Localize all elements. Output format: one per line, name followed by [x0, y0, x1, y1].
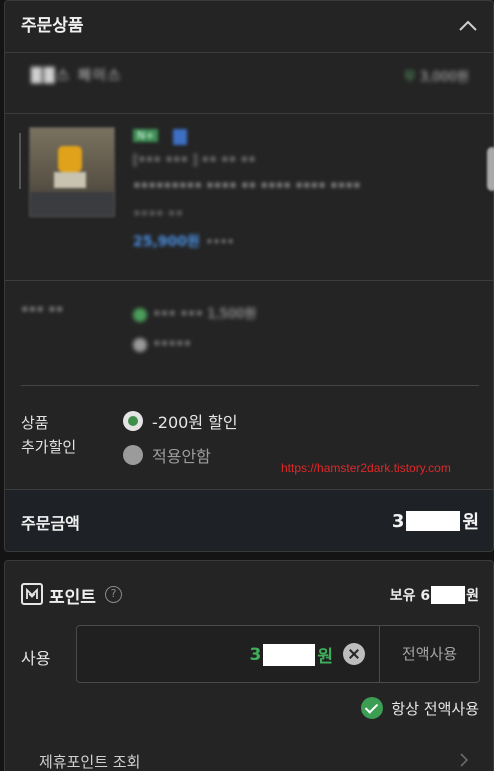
order-header[interactable]: 주문상품 — [5, 1, 493, 53]
product-brand: [••• ••• ] •• •• •• — [133, 153, 256, 168]
radio-unselected-icon[interactable] — [123, 445, 143, 465]
naver-points-logo-icon — [21, 583, 43, 605]
points-balance: 보유 6 원 — [390, 585, 479, 605]
always-use-all-toggle[interactable]: 항상 전액사용 — [361, 697, 479, 719]
discount-option-apply-label: -200원 할인 — [152, 413, 238, 432]
points-use-field[interactable]: 3 원 전액사용 — [76, 625, 480, 683]
radio-selected-icon — [133, 307, 147, 322]
product-thumbnail[interactable] — [29, 127, 115, 217]
redaction-mask — [406, 511, 461, 531]
extra-discount-label-line2: 추가할인 — [21, 438, 77, 456]
order-total-label: 주문금액 — [21, 514, 80, 533]
order-total-prefix: 3 — [391, 510, 405, 532]
order-page: 주문상품 ██스 페이스 무 3,000원 N+ [••• ••• ] •• •… — [0, 0, 494, 771]
product-price: 25,900원 •••• — [133, 231, 234, 251]
shipping-fee: 무 3,000원 — [404, 66, 469, 85]
redaction-mask — [263, 643, 316, 666]
check-circle-icon[interactable] — [361, 697, 384, 719]
discount-option-none-label: 적용안함 — [152, 447, 211, 466]
radio-selected-icon[interactable] — [123, 411, 143, 431]
points-title: 포인트 — [49, 588, 96, 608]
store-row: ██스 페이스 무 3,000원 — [5, 54, 493, 114]
product-name[interactable]: ••••••••• •••• •• •••• •••• •••• — [133, 179, 361, 194]
points-balance-prefix: 보유 6 — [389, 588, 431, 604]
shipping-value: 3,000원 — [419, 70, 469, 85]
points-balance-suffix: 원 — [466, 588, 479, 604]
points-use-suffix: 원 — [317, 647, 333, 667]
points-use-label: 사용 — [21, 649, 51, 668]
watermark-text: https://hamster2dark.tistory.com — [281, 461, 451, 475]
points-header: 포인트 ? 보유 6 원 — [5, 581, 493, 611]
order-total-row: 주문금액 3 원 — [5, 489, 493, 551]
points-use-value[interactable]: 3 원 — [250, 642, 333, 667]
help-icon[interactable]: ? — [105, 586, 122, 603]
points-use-prefix: 3 — [249, 644, 262, 665]
delivery-option-1-label: ••• ••• 1,500원 — [153, 307, 257, 322]
radio-unselected-icon — [133, 337, 147, 352]
delivery-option-2-label: ••••• — [153, 337, 192, 352]
scroll-handle[interactable] — [487, 147, 494, 191]
product-price-sub: •••• — [205, 235, 235, 249]
chevron-up-icon[interactable] — [457, 15, 479, 37]
section-divider — [21, 385, 479, 386]
order-total-suffix: 원 — [462, 512, 479, 533]
discount-option-apply[interactable]: -200원 할인 — [123, 409, 238, 433]
extra-discount-label-line1: 상품 — [21, 414, 49, 432]
product-item: N+ [••• ••• ] •• •• •• ••••••••• •••• ••… — [5, 115, 494, 281]
order-title: 주문상품 — [21, 16, 84, 36]
use-all-button[interactable]: 전액사용 — [379, 626, 479, 682]
product-option: •••• •• — [133, 207, 184, 222]
chevron-right-icon[interactable] — [459, 753, 469, 767]
delivery-option-label: ••• •• — [21, 303, 64, 318]
order-total-value: 3 원 — [392, 508, 479, 534]
extra-discount-group: 상품 추가할인 -200원 할인 적용안함 https://hamster2da… — [5, 401, 493, 481]
divider — [19, 133, 21, 189]
points-card: 포인트 ? 보유 6 원 사용 3 원 전액사용 항상 전액사용 제휴포인트 조… — [4, 560, 494, 771]
product-tag-icon — [173, 129, 187, 145]
order-card: 주문상품 ██스 페이스 무 3,000원 N+ [••• ••• ] •• •… — [4, 0, 494, 552]
shipping-prefix: 무 — [403, 70, 416, 85]
delivery-option-2[interactable]: ••••• — [133, 337, 191, 352]
product-price-value: 25,900원 — [133, 234, 200, 250]
product-tag: N+ — [133, 129, 159, 142]
discount-option-none[interactable]: 적용안함 — [123, 443, 211, 467]
always-use-all-label: 항상 전액사용 — [391, 699, 479, 718]
redaction-mask — [431, 586, 466, 604]
delivery-option-group: ••• •• ••• ••• 1,500원 ••••• — [5, 289, 493, 379]
delivery-option-1[interactable]: ••• ••• 1,500원 — [133, 303, 256, 322]
extra-discount-label: 상품 추가할인 — [21, 411, 76, 459]
store-name: ██스 페이스 — [31, 68, 123, 84]
partner-points-link[interactable]: 제휴포인트 조회 — [39, 751, 140, 771]
clear-icon[interactable] — [343, 643, 365, 665]
